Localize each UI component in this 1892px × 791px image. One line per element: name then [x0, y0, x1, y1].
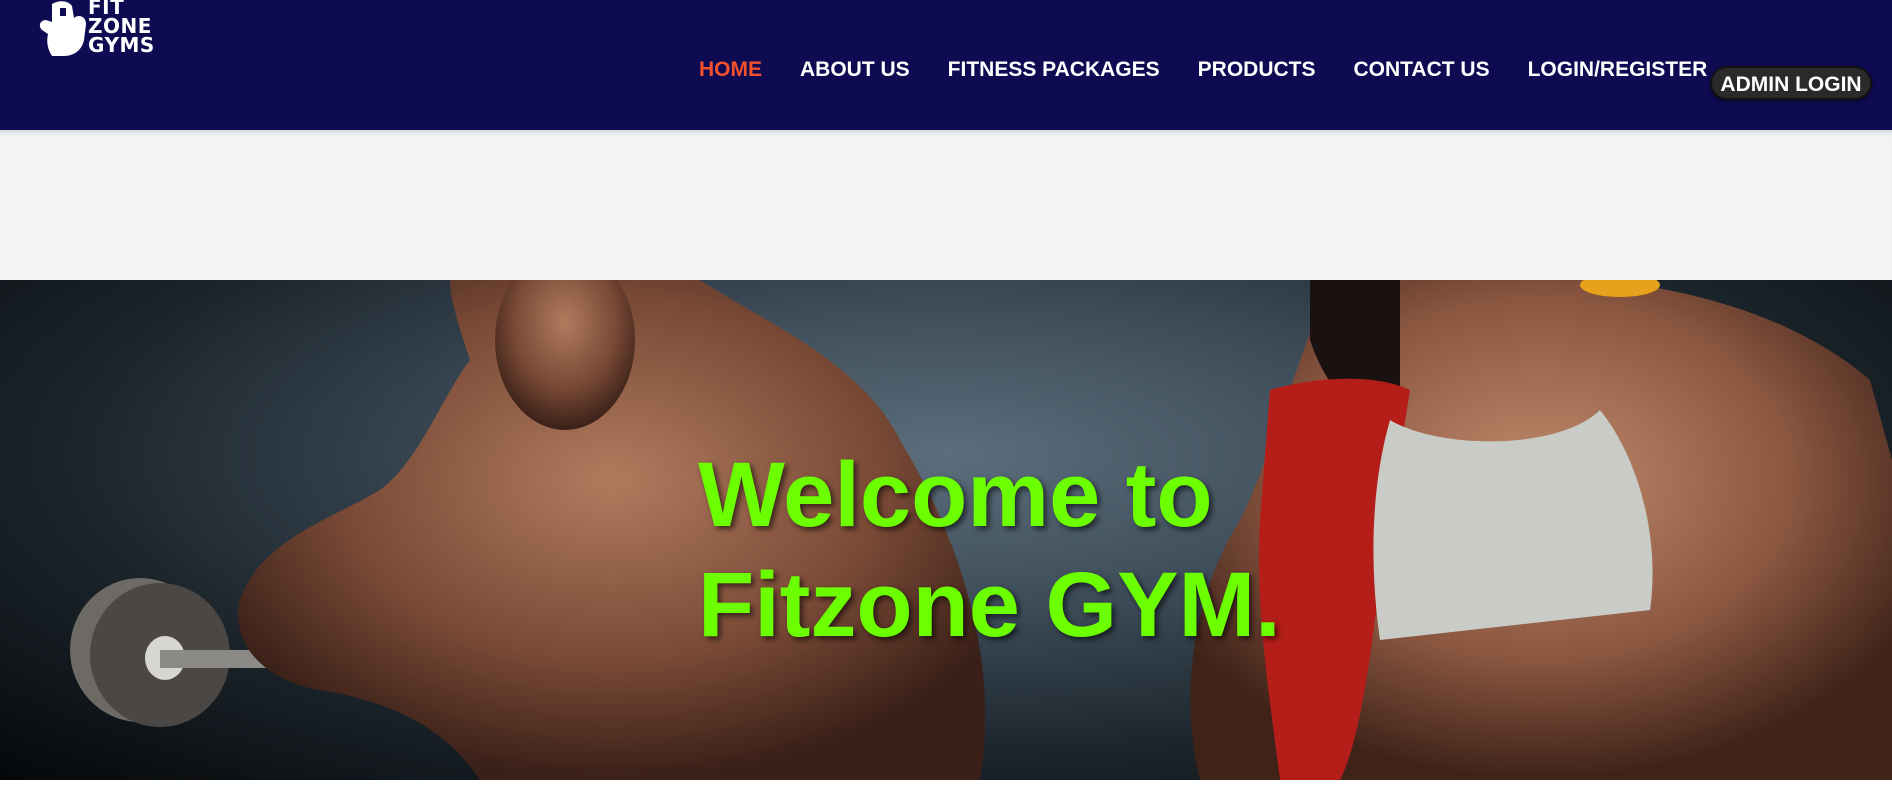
hero-title-line1: Welcome to	[698, 444, 1213, 546]
nav-login-register[interactable]: LOGIN/REGISTER	[1528, 58, 1708, 82]
flexed-arm-icon	[39, 1, 86, 57]
admin-login-button[interactable]: ADMIN LOGIN	[1710, 66, 1872, 100]
hero-title: Welcome to Fitzone GYM.	[698, 440, 1281, 660]
main-nav: HOME ABOUT US FITNESS PACKAGES PRODUCTS …	[699, 58, 1745, 82]
nav-about-us[interactable]: ABOUT US	[800, 58, 910, 82]
nav-fitness-packages[interactable]: FITNESS PACKAGES	[948, 58, 1160, 82]
site-logo[interactable]: FIT ZONE GYMS	[38, 0, 178, 60]
nav-home[interactable]: HOME	[699, 58, 762, 82]
nav-products[interactable]: PRODUCTS	[1198, 58, 1316, 82]
hero-banner: Welcome to Fitzone GYM.	[0, 280, 1892, 780]
spacer-band	[0, 130, 1892, 280]
nav-contact-us[interactable]: CONTACT US	[1353, 58, 1489, 82]
top-navbar: FIT ZONE GYMS HOME ABOUT US FITNESS PACK…	[0, 0, 1892, 130]
hero-title-line2: Fitzone GYM.	[698, 554, 1281, 656]
logo-line-gyms: GYMS	[88, 33, 155, 57]
page-bottom-edge	[0, 780, 1892, 791]
logo-wordmark: FIT ZONE GYMS	[88, 0, 155, 55]
